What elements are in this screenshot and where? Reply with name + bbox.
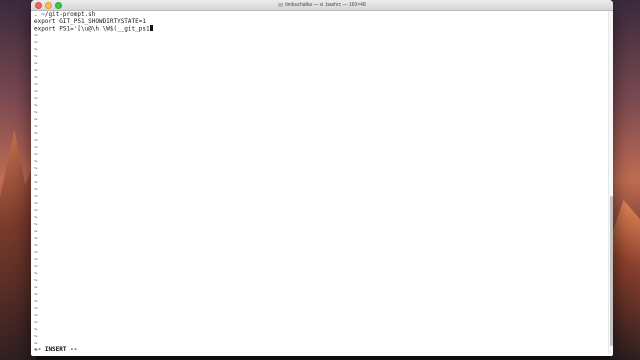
empty-line-marker: ~: [34, 88, 38, 95]
mountain-right: [610, 200, 640, 360]
empty-line-marker: ~: [34, 172, 38, 179]
empty-line-marker: ~: [34, 256, 38, 263]
empty-line-marker: ~: [34, 102, 38, 109]
editor-line-1[interactable]: . ~/git-prompt.sh: [34, 11, 606, 18]
empty-line-marker: ~: [34, 144, 38, 151]
empty-line-marker: ~: [34, 242, 38, 249]
empty-line-marker: ~: [34, 151, 38, 158]
empty-line-marker: ~: [34, 179, 38, 186]
empty-line-marker: ~: [34, 53, 38, 60]
scrollbar-thumb[interactable]: [609, 196, 613, 346]
window-title-text: timbuchalka — vi .bashrc — 160×48: [285, 2, 366, 8]
title-bar[interactable]: timbuchalka — vi .bashrc — 160×48: [31, 0, 613, 11]
empty-line-marker: ~: [34, 326, 38, 333]
empty-line-marker: ~: [34, 312, 38, 319]
window-title: timbuchalka — vi .bashrc — 160×48: [31, 1, 613, 9]
empty-line-marker: ~: [34, 130, 38, 137]
empty-line-marker: ~: [34, 67, 38, 74]
empty-line-marker: ~: [34, 193, 38, 200]
text-cursor: [149, 25, 154, 31]
empty-line-marker: ~: [34, 137, 38, 144]
empty-line-marker: ~: [34, 46, 38, 53]
empty-line-marker: ~: [34, 319, 38, 326]
empty-line-marker: ~: [34, 235, 38, 242]
empty-line-marker: ~: [34, 200, 38, 207]
empty-line-marker: ~: [34, 291, 38, 298]
empty-line-marker: ~: [34, 228, 38, 235]
empty-line-marker: ~: [34, 207, 38, 214]
empty-line-marker: ~: [34, 333, 38, 340]
empty-line-marker: ~: [34, 81, 38, 88]
empty-line-marker: ~: [34, 186, 38, 193]
editor-line-2[interactable]: export GIT_PS1_SHOWDIRTYSTATE=1: [34, 18, 606, 25]
scrollbar-track[interactable]: [608, 11, 613, 354]
empty-line-marker: ~: [34, 214, 38, 221]
empty-line-marker: ~: [34, 123, 38, 130]
editor-line-3-text[interactable]: export PS1='[\u@\h \W$(__git_ps1: [34, 26, 150, 33]
empty-line-marker: ~: [34, 74, 38, 81]
empty-line-marker: ~: [34, 32, 38, 39]
empty-line-marker: ~: [34, 298, 38, 305]
empty-line-marker: ~: [34, 39, 38, 46]
empty-line-marker: ~: [34, 95, 38, 102]
empty-line-marker: ~: [34, 340, 38, 347]
editor-line-3[interactable]: export PS1='[\u@\h \W$(__git_ps1: [34, 25, 606, 33]
empty-line-marker: ~: [34, 60, 38, 67]
empty-line-markers: ~ ~ ~ ~ ~ ~ ~ ~ ~ ~ ~ ~ ~ ~ ~ ~ ~ ~ ~ ~ ~ ~ ~ ~ ~ ~ ~ ~ ~ ~ ~ ~ ~ ~ ~ ~ ~ ~ ~ ~…: [34, 32, 606, 354]
terminal-window[interactable]: timbuchalka — vi .bashrc — 160×48 . ~/gi…: [31, 0, 613, 356]
empty-line-marker: ~: [34, 158, 38, 165]
empty-line-marker: ~: [34, 284, 38, 291]
empty-line-marker: ~: [34, 347, 38, 354]
empty-line-marker: ~: [34, 165, 38, 172]
empty-line-marker: ~: [34, 116, 38, 123]
empty-line-marker: ~: [34, 109, 38, 116]
empty-line-marker: ~: [34, 249, 38, 256]
empty-line-marker: ~: [34, 221, 38, 228]
empty-line-marker: ~: [34, 277, 38, 284]
vim-editor[interactable]: . ~/git-prompt.sh export GIT_PS1_SHOWDIR…: [34, 11, 606, 356]
empty-line-marker: ~: [34, 263, 38, 270]
empty-line-marker: ~: [34, 270, 38, 277]
mode-indicator: -- INSERT --: [34, 346, 78, 353]
folder-icon: [278, 2, 284, 7]
empty-line-marker: ~: [34, 305, 38, 312]
